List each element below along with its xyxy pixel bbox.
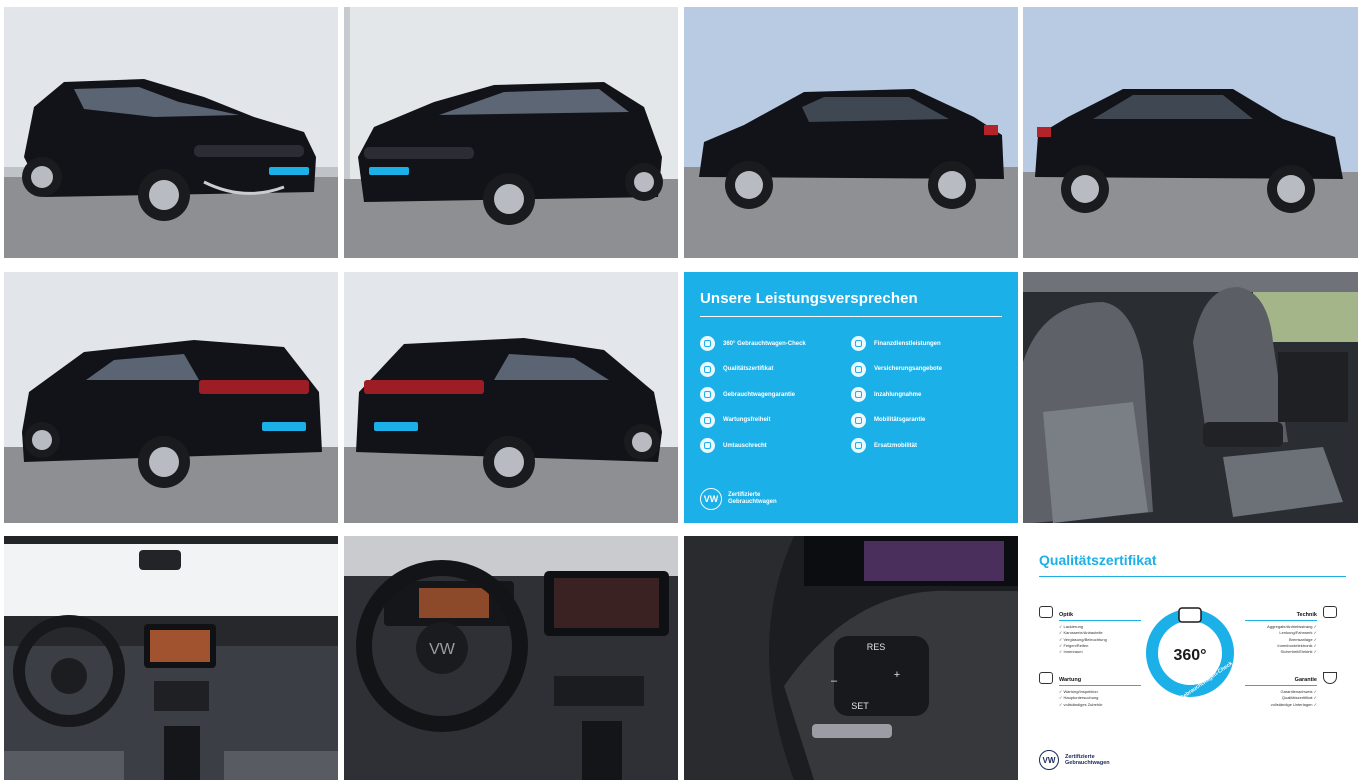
minus-button-label: – bbox=[831, 675, 838, 687]
promise-item: Wartungsfreiheit bbox=[700, 408, 851, 434]
center-value: 360° bbox=[1173, 647, 1206, 664]
photo-left-side-exterior[interactable] bbox=[684, 7, 1018, 258]
shield-icon bbox=[1323, 672, 1337, 684]
cockpit-image: VW bbox=[344, 536, 678, 780]
wartung-block: Wartung ✓ Wartung/Inspektion ✓ Hauptunte… bbox=[1059, 677, 1141, 708]
promise-panel-title: Unsere Leistungsversprechen bbox=[700, 290, 1002, 317]
photo-dashboard-overview[interactable] bbox=[4, 536, 338, 780]
svg-text:VW: VW bbox=[429, 641, 456, 658]
front-seats-image bbox=[1023, 272, 1358, 523]
photo-right-side-exterior[interactable] bbox=[1023, 7, 1358, 258]
service-icon bbox=[1039, 672, 1053, 684]
technik-block: Technik Aggregate/Antriebsstrang ✓ Lenku… bbox=[1245, 612, 1317, 655]
promise-brand: VW Zertifizierte Gebrauchtwagen bbox=[700, 488, 777, 510]
car-rear-left-image bbox=[4, 272, 338, 523]
photo-front-seats-interior[interactable] bbox=[1023, 272, 1358, 523]
certificate-brand: VW Zertifizierte Gebrauchtwagen bbox=[1039, 750, 1110, 770]
promise-panel[interactable]: Unsere Leistungsversprechen 360° Gebrauc… bbox=[684, 272, 1018, 523]
car-right-side-image bbox=[1023, 7, 1358, 258]
promise-left-list: 360° Gebrauchtwagen-Check Qualitätszerti… bbox=[700, 331, 851, 459]
photo-rear-left-exterior[interactable] bbox=[4, 272, 338, 523]
photo-rear-right-exterior[interactable] bbox=[344, 272, 678, 523]
plus-button-label: + bbox=[894, 669, 900, 681]
photo-gallery-grid: Unsere Leistungsversprechen 360° Gebrauc… bbox=[0, 0, 1365, 780]
promise-item: Qualitätszertifikat bbox=[700, 357, 851, 383]
set-button-label: SET bbox=[851, 701, 869, 711]
engine-icon bbox=[1323, 606, 1337, 618]
certificate-panel[interactable]: Qualitätszertifikat Optik ✓ Lackierung ✓… bbox=[1023, 536, 1358, 780]
promise-item: Gebrauchtwagengarantie bbox=[700, 382, 851, 408]
exchange-icon bbox=[700, 438, 715, 454]
photo-front-left-exterior[interactable] bbox=[4, 7, 338, 258]
promise-item: Umtauschrecht bbox=[700, 433, 851, 459]
check-icon bbox=[700, 336, 715, 352]
promise-item: Ersatzmobilität bbox=[851, 433, 1002, 459]
car-icon bbox=[851, 438, 866, 454]
car-left-side-image bbox=[684, 7, 1018, 258]
vw-logo-icon: VW bbox=[700, 488, 722, 510]
shield-icon bbox=[700, 387, 715, 403]
ring-text: Gebrauchtwagen-Check bbox=[1179, 660, 1235, 700]
promise-right-list: Finanzdienstleistungen Versicherungsange… bbox=[851, 331, 1002, 459]
car-body-icon bbox=[1039, 606, 1053, 618]
wrench-icon bbox=[700, 412, 715, 428]
car-front-left-image bbox=[4, 7, 338, 258]
promise-item: 360° Gebrauchtwagen-Check bbox=[700, 331, 851, 357]
insurance-icon bbox=[851, 361, 866, 377]
photo-steering-wheel-cockpit[interactable]: VW bbox=[344, 536, 678, 780]
photo-steering-wheel-controls[interactable]: RES SET + – bbox=[684, 536, 1018, 780]
car-front-right-image bbox=[344, 7, 678, 258]
promise-item: Finanzdienstleistungen bbox=[851, 331, 1002, 357]
finance-icon bbox=[851, 336, 866, 352]
mobility-icon bbox=[851, 412, 866, 428]
photo-front-right-exterior[interactable] bbox=[344, 7, 678, 258]
certificate-icon bbox=[700, 361, 715, 377]
car-check-icon bbox=[1178, 607, 1202, 623]
vw-logo-icon: VW bbox=[1039, 750, 1059, 770]
360-check-ring: 360° Gebrauchtwagen-Check bbox=[1146, 607, 1235, 700]
promise-item: Inzahlungnahme bbox=[851, 382, 1002, 408]
trade-in-icon bbox=[851, 387, 866, 403]
optik-block: Optik ✓ Lackierung ✓ Karosserie/Anbautei… bbox=[1059, 612, 1141, 655]
promise-item: Mobilitätsgarantie bbox=[851, 408, 1002, 434]
certificate-panel-title: Qualitätszertifikat bbox=[1039, 552, 1346, 577]
res-button-label: RES bbox=[867, 642, 886, 652]
wheel-controls-image: RES SET + – bbox=[684, 536, 1018, 780]
garantie-block: Garantie Garantienachweis ✓ Qualitätszer… bbox=[1245, 677, 1317, 708]
promise-item: Versicherungsangebote bbox=[851, 357, 1002, 383]
dashboard-image bbox=[4, 536, 338, 780]
car-rear-right-image bbox=[344, 272, 678, 523]
